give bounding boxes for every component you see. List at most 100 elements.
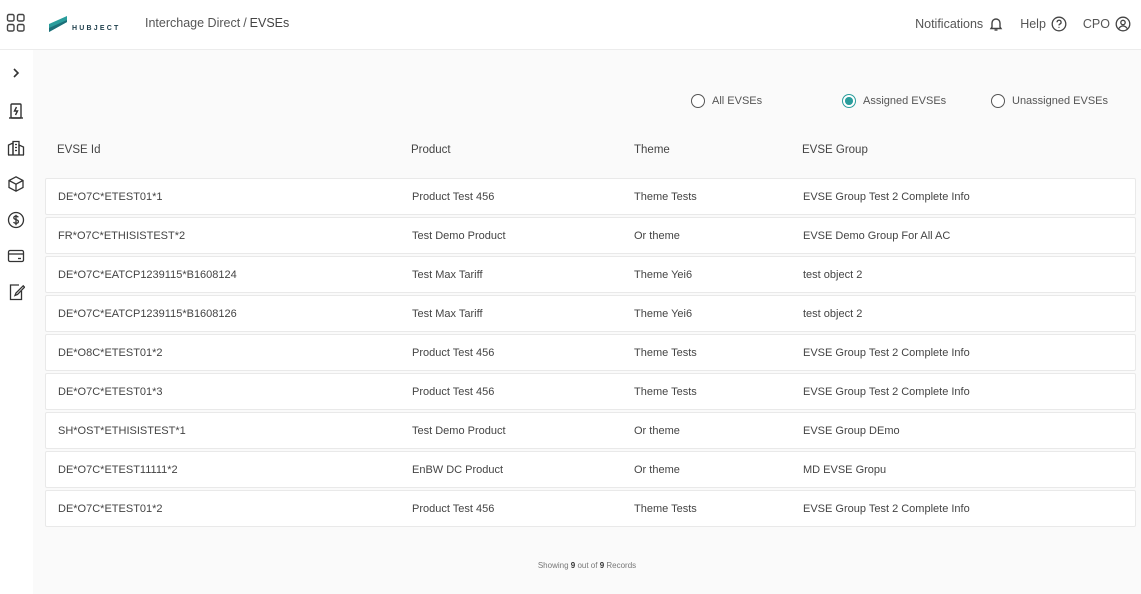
cell-evse-id: DE*O7C*ETEST01*3 <box>58 386 163 398</box>
records-prefix: Showing <box>537 561 569 570</box>
cell-product: Test Max Tariff <box>412 308 483 320</box>
cell-evse-group: EVSE Group Test 2 Complete Info <box>803 347 970 359</box>
table-row[interactable]: DE*O7C*ETEST01*3 Product Test 456 Theme … <box>45 373 1136 410</box>
cell-product: Product Test 456 <box>412 347 495 359</box>
breadcrumb-parent[interactable]: Interchage Direct <box>145 16 240 30</box>
table-row[interactable]: DE*O7C*ETEST01*1 Product Test 456 Theme … <box>45 178 1136 215</box>
filter-unassigned-label: Unassigned EVSEs <box>1012 95 1108 107</box>
cell-theme: Or theme <box>634 425 680 437</box>
evse-table-body: DE*O7C*ETEST01*1 Product Test 456 Theme … <box>45 178 1136 529</box>
dollar-icon <box>7 211 25 229</box>
cell-evse-group: EVSE Group Test 2 Complete Info <box>803 386 970 398</box>
cell-product: Product Test 456 <box>412 386 495 398</box>
table-header: EVSE Id Product Theme EVSE Group <box>57 144 1137 160</box>
column-header-evse-group[interactable]: EVSE Group <box>802 144 868 156</box>
notifications-label: Notifications <box>915 17 984 31</box>
hubject-logo[interactable]: HUBJECT <box>47 12 127 38</box>
table-row[interactable]: DE*O8C*ETEST01*2 Product Test 456 Theme … <box>45 334 1136 371</box>
cell-theme: Or theme <box>634 464 680 476</box>
cell-theme: Theme Tests <box>634 386 697 398</box>
sidebar-item-payments[interactable] <box>6 246 26 266</box>
cell-evse-group: EVSE Demo Group For All AC <box>803 230 951 242</box>
sidebar-item-charging[interactable] <box>6 101 26 121</box>
cell-product: Test Demo Product <box>412 230 506 242</box>
cell-evse-id: SH*OST*ETHISISTEST*1 <box>58 425 186 437</box>
records-shown-count: 9 <box>570 561 576 570</box>
cell-evse-id: DE*O7C*ETEST01*1 <box>58 191 163 203</box>
cell-evse-id: DE*O7C*ETEST01*2 <box>58 503 163 515</box>
filter-all-label: All EVSEs <box>712 95 763 107</box>
column-header-product[interactable]: Product <box>411 144 451 156</box>
chevron-right-icon <box>13 68 20 78</box>
sidebar-item-tariffs[interactable] <box>6 210 26 230</box>
sidebar-expand-button[interactable] <box>6 63 26 83</box>
cell-product: EnBW DC Product <box>412 464 504 476</box>
breadcrumb: Interchage Direct / EVSEs <box>145 16 289 30</box>
notifications-button[interactable]: Notifications <box>915 16 1004 32</box>
cell-theme: Theme Tests <box>634 347 697 359</box>
logo-mark-icon <box>49 16 67 32</box>
table-row[interactable]: DE*O7C*EATCP1239115*B1608126 Test Max Ta… <box>45 295 1136 332</box>
user-menu-button[interactable]: CPO <box>1083 16 1131 32</box>
cell-theme: Or theme <box>634 230 680 242</box>
help-label: Help <box>1020 17 1046 31</box>
table-row[interactable]: SH*OST*ETHISISTEST*1 Test Demo Product O… <box>45 412 1136 449</box>
cell-theme: Theme Yei6 <box>634 269 693 281</box>
records-total-count: 9 <box>599 561 605 570</box>
cell-evse-group: EVSE Group Test 2 Complete Info <box>803 191 970 203</box>
help-circle-icon <box>1051 16 1067 32</box>
cell-evse-group: test object 2 <box>803 308 863 320</box>
cell-evse-id: FR*O7C*ETHISISTEST*2 <box>58 230 186 242</box>
bell-icon <box>989 18 1003 31</box>
radio-unchecked-icon <box>991 94 1005 108</box>
cell-theme: Theme Tests <box>634 191 697 203</box>
radio-checked-icon <box>842 94 856 108</box>
package-icon <box>8 176 24 192</box>
cell-evse-id: DE*O8C*ETEST01*2 <box>58 347 163 359</box>
top-bar: HUBJECT Interchage Direct / EVSEs Notifica… <box>0 0 1141 50</box>
records-middle: out of <box>577 561 598 570</box>
building-icon <box>7 140 25 156</box>
logo-text: HUBJECT <box>72 25 121 32</box>
user-circle-icon <box>1115 16 1131 32</box>
cell-product: Product Test 456 <box>412 503 495 515</box>
user-label: CPO <box>1082 17 1110 31</box>
main-content: All EVSEs Assigned EVSEs Unassigned EVSE… <box>33 50 1141 594</box>
filter-assigned-evses[interactable]: Assigned EVSEs <box>842 94 946 108</box>
evse-filter-radio-group: All EVSEs Assigned EVSEs Unassigned EVSE… <box>33 94 1141 110</box>
cell-evse-group: EVSE Group Test 2 Complete Info <box>803 503 970 515</box>
cell-product: Test Max Tariff <box>412 269 483 281</box>
filter-assigned-label: Assigned EVSEs <box>863 95 947 107</box>
cell-evse-group: MD EVSE Gropu <box>803 464 887 476</box>
cell-evse-id: DE*O7C*EATCP1239115*B1608124 <box>58 269 237 281</box>
help-button[interactable]: Help <box>1020 16 1067 32</box>
cell-evse-group: EVSE Group DEmo <box>803 425 900 437</box>
top-right-menu: Notifications Help CPO <box>915 14 1141 34</box>
card-icon <box>7 249 25 263</box>
charging-station-icon <box>9 103 23 119</box>
table-row[interactable]: DE*O7C*ETEST01*2 Product Test 456 Theme … <box>45 490 1136 527</box>
contract-edit-icon <box>9 284 25 301</box>
cell-theme: Theme Tests <box>634 503 697 515</box>
records-summary: Showing 9 out of 9 Records <box>33 561 1141 570</box>
column-header-theme[interactable]: Theme <box>634 144 670 156</box>
app-grid-icon[interactable] <box>6 13 26 33</box>
cell-product: Test Demo Product <box>412 425 506 437</box>
sidebar <box>0 50 33 594</box>
cell-evse-id: DE*O7C*EATCP1239115*B1608126 <box>58 308 237 320</box>
sidebar-item-products[interactable] <box>6 174 26 194</box>
table-row[interactable]: DE*O7C*EATCP1239115*B1608124 Test Max Ta… <box>45 256 1136 293</box>
filter-unassigned-evses[interactable]: Unassigned EVSEs <box>991 94 1108 108</box>
sidebar-item-locations[interactable] <box>6 138 26 158</box>
cell-product: Product Test 456 <box>412 191 495 203</box>
cell-evse-group: test object 2 <box>803 269 863 281</box>
cell-evse-id: DE*O7C*ETEST11111*2 <box>58 464 178 476</box>
column-header-evse-id[interactable]: EVSE Id <box>57 144 100 156</box>
filter-all-evses[interactable]: All EVSEs <box>691 94 762 108</box>
table-row[interactable]: FR*O7C*ETHISISTEST*2 Test Demo Product O… <box>45 217 1136 254</box>
records-suffix: Records <box>606 561 637 570</box>
sidebar-item-contracts[interactable] <box>6 282 26 302</box>
breadcrumb-current: EVSEs <box>249 16 290 30</box>
table-row[interactable]: DE*O7C*ETEST11111*2 EnBW DC Product Or t… <box>45 451 1136 488</box>
radio-unchecked-icon <box>691 94 705 108</box>
